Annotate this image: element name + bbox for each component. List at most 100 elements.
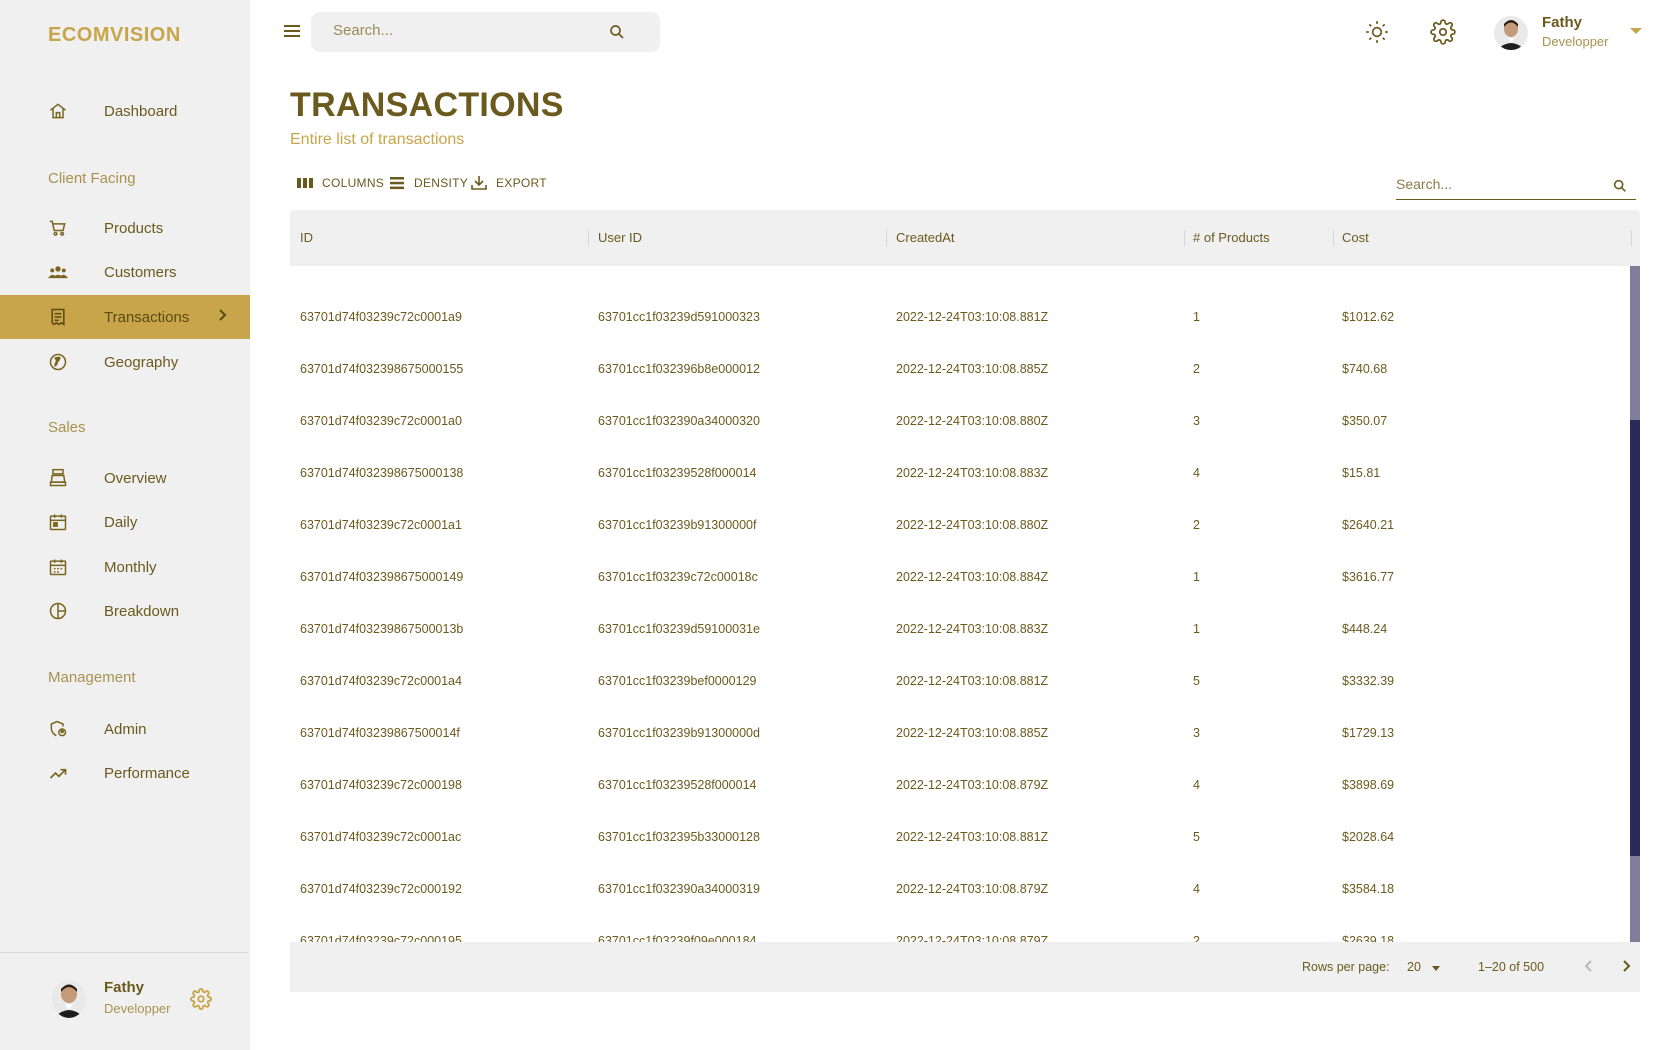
cell-created-at: 2022-12-24T03:10:08.879Z <box>896 778 1049 792</box>
cell-cost: $3898.69 <box>1342 778 1395 792</box>
transactions-grid: ID User ID CreatedAt # of Products Cost … <box>290 210 1640 992</box>
column-separator[interactable] <box>886 230 887 246</box>
cell-id: 63701d74f032398675000138 <box>300 466 464 480</box>
cell-cost: $3584.18 <box>1342 882 1395 896</box>
sidebar-item-dashboard[interactable]: Dashboard <box>0 89 250 133</box>
table-row[interactable]: 63701d74f03239867500014f 63701cc1f03239b9… <box>290 708 1628 760</box>
sidebar-avatar <box>52 980 86 1018</box>
page-subtitle: Entire list of transactions <box>290 131 465 148</box>
brand-logo[interactable]: ECOMVISION <box>48 24 181 47</box>
sidebar-item-label: Products <box>104 219 164 237</box>
cell-id: 63701d74f03239c72c0001a9 <box>300 310 462 324</box>
cell-user-id: 63701cc1f03239528f000014 <box>598 778 757 792</box>
grid-body[interactable]: 63701d74f03239c72c0001a9 63701cc1f03239d5… <box>290 266 1628 942</box>
rows-per-page-caret-icon[interactable] <box>1432 966 1440 971</box>
cell-created-at: 2022-12-24T03:10:08.879Z <box>896 882 1049 896</box>
table-row[interactable]: 63701d74f03239c72c000198 63701cc1f0323952… <box>290 760 1628 812</box>
grid-search-input[interactable] <box>1396 176 1596 192</box>
column-header-cost[interactable]: Cost <box>1342 230 1369 245</box>
cell-products: 5 <box>1193 830 1200 844</box>
top-search-input[interactable] <box>333 22 593 39</box>
sidebar-item-label: Daily <box>104 513 138 531</box>
sidebar-divider <box>0 952 248 953</box>
next-page-icon[interactable] <box>1616 956 1636 976</box>
cell-user-id: 63701cc1f03239f09e000184 <box>598 934 757 942</box>
sidebar-item-transactions[interactable]: Transactions <box>0 295 250 339</box>
cell-products: 2 <box>1193 934 1200 942</box>
table-row[interactable]: 63701d74f03239c72c0001a9 63701cc1f03239d5… <box>290 292 1628 344</box>
table-row[interactable]: 63701d74f03239c72c000192 63701cc1f032390a… <box>290 864 1628 916</box>
sidebar-item-label: Breakdown <box>104 602 180 620</box>
sidebar-item-admin[interactable]: Admin <box>0 707 250 751</box>
cell-created-at: 2022-12-24T03:10:08.883Z <box>896 622 1049 636</box>
menu-icon[interactable] <box>282 22 302 40</box>
previous-page-icon[interactable] <box>1579 956 1599 976</box>
sidebar-item-breakdown[interactable]: Breakdown <box>0 589 250 633</box>
column-separator[interactable] <box>1631 230 1632 246</box>
sidebar-item-daily[interactable]: Daily <box>0 500 250 544</box>
column-separator[interactable] <box>588 230 589 246</box>
user-name[interactable]: Fathy <box>1542 14 1582 31</box>
column-separator[interactable] <box>1333 230 1334 246</box>
column-header-created-at[interactable]: CreatedAt <box>896 230 955 245</box>
cell-created-at: 2022-12-24T03:10:08.881Z <box>896 674 1049 688</box>
table-row[interactable]: 63701d74f03239c72c0001a4 63701cc1f03239be… <box>290 656 1628 708</box>
column-header-products[interactable]: # of Products <box>1193 230 1270 245</box>
cell-id: 63701d74f03239c72c0001a0 <box>300 414 462 428</box>
cell-created-at: 2022-12-24T03:10:08.880Z <box>896 414 1049 428</box>
column-header-id[interactable]: ID <box>300 230 313 245</box>
cell-created-at: 2022-12-24T03:10:08.879Z <box>896 934 1049 942</box>
sidebar-settings-icon[interactable] <box>190 988 212 1010</box>
cell-user-id: 63701cc1f03239bef0000129 <box>598 674 757 688</box>
cell-id: 63701d74f03239867500013b <box>300 622 464 636</box>
scrollbar-thumb[interactable] <box>1630 420 1640 856</box>
sidebar-item-customers[interactable]: Customers <box>0 250 250 294</box>
cell-created-at: 2022-12-24T03:10:08.883Z <box>896 466 1049 480</box>
user-menu-caret-icon[interactable] <box>1630 28 1642 34</box>
sidebar-item-products[interactable]: Products <box>0 206 250 250</box>
cell-created-at: 2022-12-24T03:10:08.885Z <box>896 362 1049 376</box>
download-icon <box>471 176 487 190</box>
globe-icon <box>48 352 68 372</box>
page-title: TRANSACTIONS <box>290 86 564 124</box>
columns-button[interactable]: COLUMNS <box>296 172 384 194</box>
calendar-month-icon <box>48 557 68 577</box>
sidebar-item-geography[interactable]: Geography <box>0 340 250 384</box>
cell-user-id: 63701cc1f03239528f000014 <box>598 466 757 480</box>
column-header-user-id[interactable]: User ID <box>598 230 642 245</box>
table-row[interactable]: 63701d74f03239c72c000195 63701cc1f03239f0… <box>290 916 1628 942</box>
grid-search-icon[interactable] <box>1612 178 1628 194</box>
cell-id: 63701d74f032398675000149 <box>300 570 464 584</box>
density-button[interactable]: DENSITY <box>388 172 468 194</box>
search-icon[interactable] <box>608 23 626 41</box>
table-row[interactable]: 63701d74f03239c72c0001a1 63701cc1f03239b9… <box>290 500 1628 552</box>
cell-user-id: 63701cc1f03239c72c00018c <box>598 570 758 584</box>
sidebar-item-performance[interactable]: Performance <box>0 751 250 795</box>
column-separator[interactable] <box>1184 230 1185 246</box>
pagination-range: 1–20 of 500 <box>1478 960 1545 974</box>
cell-user-id: 63701cc1f032390a34000319 <box>598 882 760 896</box>
table-row[interactable]: 63701d74f032398675000155 63701cc1f032396b… <box>290 344 1628 396</box>
table-row[interactable]: 63701d74f03239867500013b 63701cc1f03239d5… <box>290 604 1628 656</box>
export-button[interactable]: EXPORT <box>470 172 547 194</box>
table-row[interactable]: 63701d74f032398675000138 63701cc1f0323952… <box>290 448 1628 500</box>
sidebar-item-monthly[interactable]: Monthly <box>0 545 250 589</box>
sidebar-item-label: Geography <box>104 353 179 371</box>
sidebar-item-label: Transactions <box>104 308 190 326</box>
cell-cost: $350.07 <box>1342 414 1388 428</box>
user-avatar[interactable] <box>1494 16 1528 50</box>
cell-user-id: 63701cc1f032395b33000128 <box>598 830 760 844</box>
sidebar-item-overview[interactable]: Overview <box>0 456 250 500</box>
rows-per-page-select[interactable]: 20 <box>1407 960 1421 974</box>
top-search-box <box>311 12 660 52</box>
table-row[interactable]: 63701d74f03239c72c0001ac 63701cc1f032395b… <box>290 812 1628 864</box>
table-row[interactable]: 63701d74f03239c72c0001a0 63701cc1f032390a… <box>290 396 1628 448</box>
cell-cost: $1729.13 <box>1342 726 1395 740</box>
nav-section-title: Client Facing <box>48 170 136 187</box>
light-mode-icon[interactable] <box>1364 19 1390 45</box>
settings-icon[interactable] <box>1430 19 1456 45</box>
cell-user-id: 63701cc1f032396b8e000012 <box>598 362 760 376</box>
cell-products: 1 <box>1193 622 1200 636</box>
table-row[interactable]: 63701d74f032398675000149 63701cc1f03239c7… <box>290 552 1628 604</box>
density-label: DENSITY <box>414 176 469 190</box>
